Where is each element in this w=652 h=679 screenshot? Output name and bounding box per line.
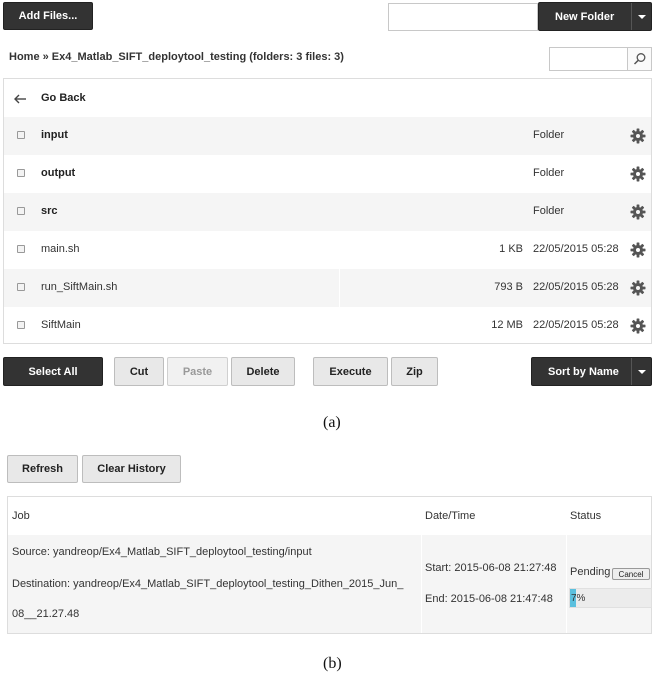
execute-button[interactable]: Execute: [313, 357, 388, 386]
go-back-label: Go Back: [41, 92, 86, 104]
search-icon: [633, 53, 646, 65]
cancel-job-button[interactable]: Cancel: [612, 568, 650, 580]
sort-label: Sort by Name: [548, 365, 619, 378]
file-date: Folder: [533, 167, 565, 179]
caption-a: (a): [323, 414, 341, 431]
job-destination-continued: 08__21.27.48: [12, 608, 80, 620]
go-back-row[interactable]: Go Back: [4, 79, 651, 117]
column-separator: [566, 535, 567, 633]
delete-button[interactable]: Delete: [231, 357, 295, 386]
file-name[interactable]: src: [41, 205, 58, 217]
file-size: 1 KB: [499, 243, 523, 255]
gear-icon[interactable]: [630, 242, 646, 258]
row-checkbox[interactable]: [17, 283, 25, 291]
job-progress-label: 7%: [571, 593, 586, 604]
file-size: 12 MB: [491, 319, 523, 331]
breadcrumb: Home » Ex4_Matlab_SIFT_deploytool_testin…: [9, 51, 344, 63]
file-list: Go Back input Folder output Folder src F…: [3, 78, 652, 344]
file-date: Folder: [533, 129, 565, 141]
sort-by-name-button[interactable]: Sort by Name: [531, 357, 652, 386]
file-row[interactable]: SiftMain 12 MB 22/05/2015 05:28: [4, 307, 651, 345]
column-header-datetime: Date/Time: [425, 510, 476, 522]
file-date: 22/05/2015 05:28: [533, 243, 619, 255]
column-header-status: Status: [570, 510, 602, 522]
job-destination: Destination: yandreop/Ex4_Matlab_SIFT_de…: [12, 578, 404, 590]
new-folder-label: New Folder: [555, 10, 615, 23]
row-checkbox[interactable]: [17, 131, 25, 139]
caret-down-icon: [637, 369, 646, 374]
job-progress-bar: 7%: [569, 588, 652, 608]
zip-button[interactable]: Zip: [391, 357, 438, 386]
cut-button[interactable]: Cut: [114, 357, 164, 386]
file-name[interactable]: output: [41, 167, 75, 179]
caret-down-icon: [637, 14, 646, 19]
gear-icon[interactable]: [630, 318, 646, 334]
row-checkbox[interactable]: [17, 169, 25, 177]
column-separator: [339, 269, 340, 307]
paste-button: Paste: [167, 357, 228, 386]
column-header-job: Job: [12, 510, 30, 522]
file-row[interactable]: input Folder: [4, 117, 651, 155]
file-row[interactable]: run_SiftMain.sh 793 B 22/05/2015 05:28: [4, 269, 651, 307]
gear-icon[interactable]: [630, 166, 646, 182]
file-row[interactable]: src Folder: [4, 193, 651, 231]
column-separator: [421, 535, 422, 633]
file-size: 793 B: [494, 281, 523, 293]
sort-dropdown-toggle[interactable]: [631, 358, 651, 385]
file-date: 22/05/2015 05:28: [533, 281, 619, 293]
file-name[interactable]: SiftMain: [41, 319, 81, 331]
file-name[interactable]: input: [41, 129, 68, 141]
row-checkbox[interactable]: [17, 245, 25, 253]
file-row[interactable]: main.sh 1 KB 22/05/2015 05:28: [4, 231, 651, 269]
gear-icon[interactable]: [630, 280, 646, 296]
clear-history-button[interactable]: Clear History: [82, 455, 181, 483]
file-date: 22/05/2015 05:28: [533, 319, 619, 331]
select-all-button[interactable]: Select All: [3, 357, 103, 386]
job-end-time: End: 2015-06-08 21:47:48: [425, 593, 553, 605]
arrow-left-icon: [14, 94, 26, 104]
refresh-button[interactable]: Refresh: [7, 455, 78, 483]
new-folder-dropdown-toggle[interactable]: [631, 3, 651, 30]
add-files-button[interactable]: Add Files...: [3, 2, 93, 30]
new-folder-name-input[interactable]: [388, 3, 538, 31]
caption-b: (b): [323, 655, 342, 672]
job-source: Source: yandreop/Ex4_Matlab_SIFT_deployt…: [12, 546, 312, 558]
file-name[interactable]: main.sh: [41, 243, 80, 255]
file-date: Folder: [533, 205, 565, 217]
gear-icon[interactable]: [630, 128, 646, 144]
job-start-time: Start: 2015-06-08 21:27:48: [425, 562, 557, 574]
row-checkbox[interactable]: [17, 321, 25, 329]
file-row[interactable]: output Folder: [4, 155, 651, 193]
row-checkbox[interactable]: [17, 207, 25, 215]
file-name[interactable]: run_SiftMain.sh: [41, 281, 117, 293]
gear-icon[interactable]: [630, 204, 646, 220]
search-input[interactable]: [549, 47, 628, 71]
new-folder-button[interactable]: New Folder: [538, 2, 652, 31]
job-status: Pending: [570, 566, 611, 578]
search-button[interactable]: [627, 47, 652, 71]
